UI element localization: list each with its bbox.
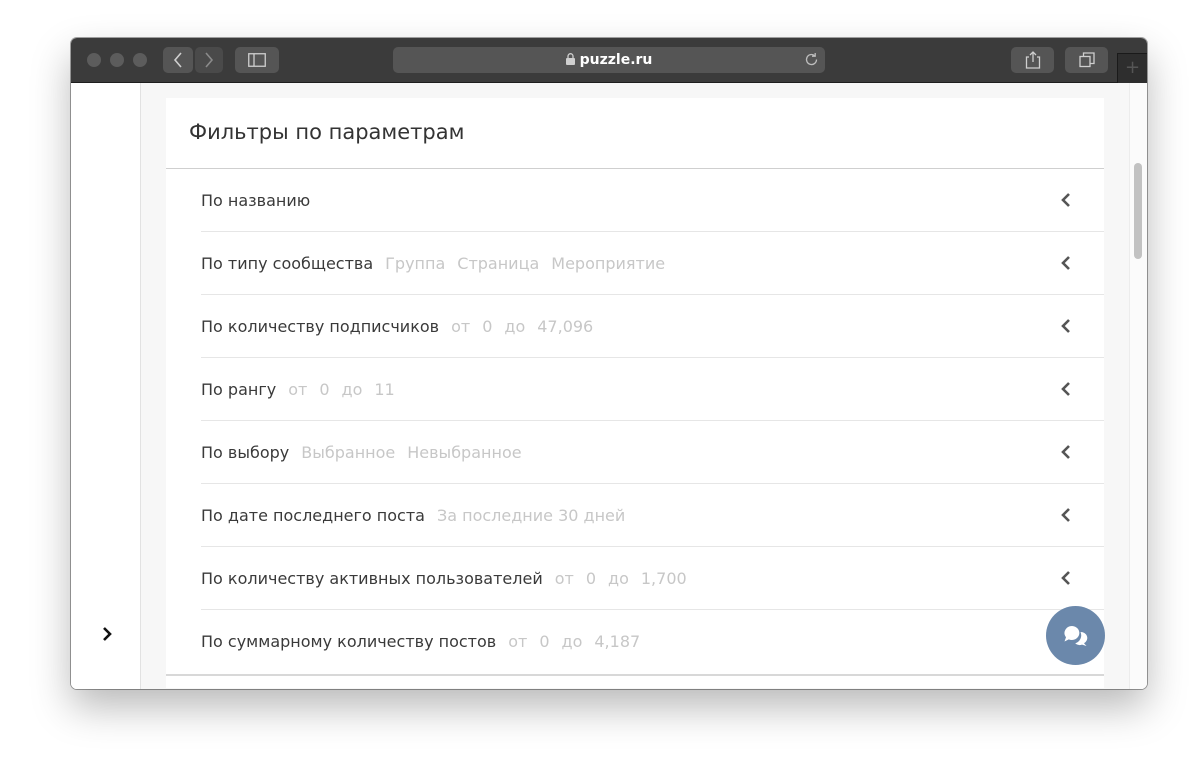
filter-value: Невыбранное — [407, 442, 522, 462]
filter-value: 0 — [539, 632, 550, 651]
reload-icon[interactable] — [804, 52, 819, 67]
browser-toolbar: puzzle.ru + — [71, 38, 1147, 83]
filter-label: По рангу — [201, 379, 277, 399]
filter-label: По типу сообщества — [201, 253, 374, 273]
filter-value: За последние 30 дней — [436, 505, 626, 525]
new-tab-button[interactable]: + — [1117, 53, 1147, 83]
filter-value: 47,096 — [537, 316, 594, 336]
filter-value: 1,700 — [640, 568, 687, 588]
expand-sidebar-button[interactable] — [98, 625, 116, 643]
page-title: Фильтры по параметрам — [189, 120, 465, 144]
filter-value: 0 — [585, 568, 597, 588]
chevron-left-icon[interactable] — [1059, 507, 1073, 523]
filter-value: до — [504, 316, 526, 336]
filter-row[interactable]: По названию — [201, 169, 1104, 232]
filter-label: По дате последнего поста — [201, 505, 425, 525]
filter-value: от — [554, 568, 574, 588]
filter-label: По количеству подписчиков — [201, 316, 440, 336]
filter-value: Выбранное — [301, 442, 396, 462]
filter-value: 11 — [374, 379, 395, 399]
chevron-left-icon[interactable] — [1059, 570, 1073, 586]
filter-row[interactable]: По выбору Выбранное Невыбранное — [201, 421, 1104, 484]
scrollbar[interactable] — [1129, 83, 1147, 689]
tabs-icon — [1078, 52, 1095, 68]
filter-label: По суммарному количеству постов — [201, 632, 497, 651]
page-content: Фильтры по параметрам По названию По типу… — [71, 83, 1147, 689]
filter-row[interactable]: По количеству активных пользователей от 0 д… — [201, 547, 1104, 610]
filter-row[interactable]: По дате последнего поста За последние 30 … — [201, 484, 1104, 547]
chevron-left-icon[interactable] — [1059, 381, 1073, 397]
address-bar[interactable]: puzzle.ru — [393, 47, 825, 73]
chevron-left-icon[interactable] — [1059, 255, 1073, 271]
filter-label: По количеству активных пользователей — [201, 568, 543, 588]
filter-value: от — [508, 632, 528, 651]
filters-header: Фильтры по параметрам — [166, 98, 1104, 169]
minimize-window-button[interactable] — [110, 53, 124, 67]
filter-value: до — [608, 568, 629, 588]
filter-value: 4,187 — [594, 632, 641, 651]
chevron-left-icon[interactable] — [1059, 192, 1073, 208]
share-button[interactable] — [1011, 47, 1054, 73]
filter-value: от — [288, 379, 308, 399]
filters-panel: Фильтры по параметрам По названию По типу… — [166, 98, 1104, 688]
chat-button[interactable] — [1046, 606, 1105, 665]
sidebar-toggle-button[interactable] — [235, 47, 279, 73]
filter-value: до — [561, 632, 583, 651]
filter-list: По названию По типу сообщества Группа Стран… — [166, 169, 1104, 673]
filter-value: до — [341, 379, 363, 399]
filter-value: 0 — [482, 316, 493, 336]
left-sidebar — [71, 83, 141, 689]
lock-icon — [565, 53, 575, 65]
filter-label: По выбору — [201, 442, 290, 462]
plus-icon: + — [1124, 57, 1141, 78]
zoom-window-button[interactable] — [133, 53, 147, 67]
chat-icon — [1064, 625, 1087, 646]
filter-value: Мероприятие — [551, 253, 666, 273]
forward-button[interactable] — [195, 47, 223, 73]
back-button[interactable] — [163, 47, 193, 73]
filter-value: 0 — [319, 379, 330, 399]
url-text: puzzle.ru — [579, 52, 653, 68]
browser-window: puzzle.ru + Фильтры по параметрам По наз… — [71, 38, 1147, 689]
filter-row[interactable]: По суммарному количеству постов от 0 до 4,18… — [201, 610, 1104, 673]
chevron-left-icon[interactable] — [1059, 318, 1073, 334]
chevron-left-icon[interactable] — [1059, 444, 1073, 460]
tabs-overview-button[interactable] — [1065, 47, 1108, 73]
panel-divider — [166, 674, 1104, 676]
filter-label: По названию — [201, 190, 311, 210]
filter-row[interactable]: По типу сообщества Группа Страница Мероприя… — [201, 232, 1104, 295]
filter-value: от — [451, 316, 471, 336]
filter-value: Группа — [385, 253, 446, 273]
sidebar-icon — [248, 53, 266, 67]
scrollbar-thumb[interactable] — [1134, 163, 1142, 259]
back-icon — [173, 52, 182, 68]
filter-value: Страница — [457, 253, 540, 273]
forward-icon — [205, 52, 214, 68]
close-window-button[interactable] — [87, 53, 101, 67]
filter-row[interactable]: По рангу от 0 до 11 — [201, 358, 1104, 421]
share-icon — [1025, 51, 1040, 69]
filter-row[interactable]: По количеству подписчиков от 0 до 47,096 — [201, 295, 1104, 358]
chevron-right-icon — [103, 627, 112, 641]
